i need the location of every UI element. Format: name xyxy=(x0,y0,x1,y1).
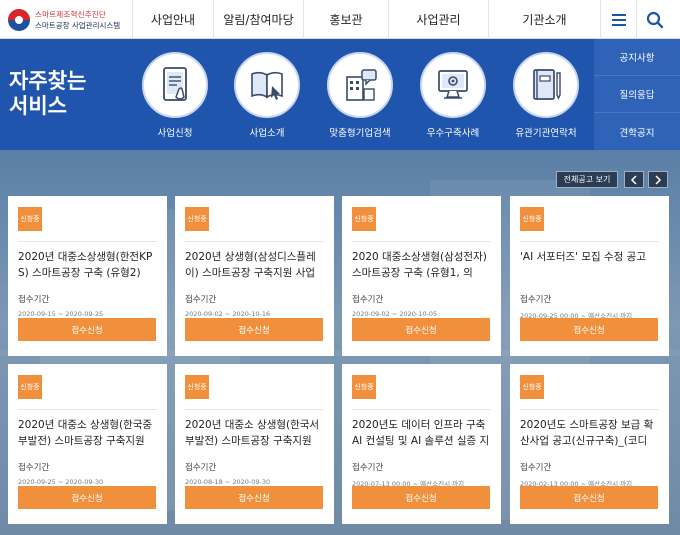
period-label: 접수기간 xyxy=(18,295,50,305)
service-best-cases[interactable]: 우수구축사례 xyxy=(413,52,493,139)
status-badge: 신청중 xyxy=(185,207,209,231)
period-label: 접수기간 xyxy=(520,295,552,305)
period-dates: 2020-08-18 ~ 2020-09-30 xyxy=(185,478,271,486)
service-apply[interactable]: 사업신청 xyxy=(135,52,215,139)
logo-line1: 스마트제조혁신추진단 xyxy=(35,9,106,19)
apply-button[interactable]: 접수신청 xyxy=(520,486,658,509)
quick-link-qna[interactable]: 질의응답 xyxy=(594,76,680,113)
chevron-left-icon xyxy=(630,174,637,185)
service-company-search[interactable]: 맞춤형기업검색 xyxy=(320,52,400,139)
service-intro[interactable]: 사업소개 xyxy=(227,52,307,139)
apply-button[interactable]: 접수신청 xyxy=(352,318,490,341)
notice-card[interactable]: 신청중 2020년 대중소 상생형(한국중부발전) 스마트공장 구축지원 … 접… xyxy=(8,364,167,524)
notice-title[interactable]: 2020년 대중소 상생형(한국중부발전) 스마트공장 구축지원 … xyxy=(18,409,157,449)
period-label: 접수기간 xyxy=(520,463,552,473)
nav-item-pr-hall[interactable]: 홍보관 xyxy=(303,0,388,39)
notice-title[interactable]: 2020년도 스마트공장 보급 확산사업 공고(신규구축)_(코디네… xyxy=(520,409,659,449)
book-cursor-icon xyxy=(251,71,283,100)
next-page-button[interactable] xyxy=(648,171,668,188)
notice-card[interactable]: 신청중 2020년도 데이터 인프라 구축AI 컨설팅 및 AI 솔루션 실증 … xyxy=(342,364,501,524)
status-badge: 신청중 xyxy=(520,207,544,231)
period-label: 접수기간 xyxy=(185,463,217,473)
notice-card[interactable]: 신청중 2020 대중소상생형(삼성전자) 스마트공장 구축 (유형1, 의향…… xyxy=(342,196,501,356)
apply-button[interactable]: 접수신청 xyxy=(352,486,490,509)
status-badge: 신청중 xyxy=(352,375,376,399)
status-badge: 신청중 xyxy=(18,375,42,399)
period-dates: 2020-09-25 ~ 2020-09-30 xyxy=(18,478,104,486)
nav-item-business-guide[interactable]: 사업안내 xyxy=(132,0,213,39)
quick-link-notices[interactable]: 공지사항 xyxy=(594,39,680,76)
notice-section: 전체공고 보기 신청중 2020년 대중소상생형(한전KPS) 스마트공장 구축… xyxy=(0,150,680,535)
contact-book-icon xyxy=(533,69,561,100)
notice-title[interactable]: 2020 대중소상생형(삼성전자) 스마트공장 구축 (유형1, 의향… xyxy=(352,241,491,281)
notice-card[interactable]: 신청중 'AI 서포터즈' 모집 수정 공고 접수기간 2020-09-25 0… xyxy=(510,196,669,356)
service-contacts[interactable]: 유관기관연락처 xyxy=(506,52,586,139)
period-dates: 2020-09-15 ~ 2020-09-25 xyxy=(18,310,104,318)
site-logo[interactable]: 스마트제조혁신추진단 스마트공장 사업관리시스템 xyxy=(0,0,132,39)
services-title: 자주찾는 서비스 xyxy=(9,69,87,118)
government-emblem-icon xyxy=(8,8,30,31)
building-chat-icon xyxy=(346,69,377,101)
notice-title[interactable]: 2020년 대중소 상생형(한국서부발전) 스마트공장 구축지원 … xyxy=(185,409,324,449)
period-label: 접수기간 xyxy=(352,463,384,473)
chevron-right-icon xyxy=(655,174,662,185)
apply-button[interactable]: 접수신청 xyxy=(18,486,156,509)
quick-link-tours[interactable]: 견학공지 xyxy=(594,113,680,150)
notice-title[interactable]: 2020년 대중소상생형(한전KPS) 스마트공장 구축 (유형2) xyxy=(18,241,157,281)
tablet-apply-icon xyxy=(163,67,187,101)
monitor-gear-icon xyxy=(438,70,468,99)
frequent-services-band: 자주찾는 서비스 사업신청 사업소개 맞춤형기업검색 우수구축사례 유관기관연락… xyxy=(0,39,680,150)
service-label: 유관기관연락처 xyxy=(515,128,577,139)
apply-button[interactable]: 접수신청 xyxy=(185,486,323,509)
period-label: 접수기간 xyxy=(185,295,217,305)
logo-line2: 스마트공장 사업관리시스템 xyxy=(35,20,121,30)
apply-button[interactable]: 접수신청 xyxy=(520,318,658,341)
period-dates: 2020-09-02 ~ 2020-10-05 xyxy=(352,310,438,318)
notice-card[interactable]: 신청중 2020년 상생형(삼성디스플레이) 스마트공장 구축지원 사업 접수기… xyxy=(175,196,334,356)
search-icon xyxy=(646,11,664,28)
nav-item-business-management[interactable]: 사업관리 xyxy=(388,0,488,39)
nav-item-notice-participation[interactable]: 알림/참여마당 xyxy=(213,0,303,39)
top-header: 스마트제조혁신추진단 스마트공장 사업관리시스템 사업안내 알림/참여마당 홍보… xyxy=(0,0,680,39)
apply-button[interactable]: 접수신청 xyxy=(185,318,323,341)
view-all-notices-button[interactable]: 전체공고 보기 xyxy=(556,171,618,188)
status-badge: 신청중 xyxy=(185,375,209,399)
notice-card[interactable]: 신청중 2020년 대중소 상생형(한국서부발전) 스마트공장 구축지원 … 접… xyxy=(175,364,334,524)
hamburger-icon xyxy=(611,13,626,26)
service-label: 맞춤형기업검색 xyxy=(329,128,391,139)
search-button[interactable] xyxy=(636,0,673,39)
status-badge: 신청중 xyxy=(352,207,376,231)
apply-button[interactable]: 접수신청 xyxy=(18,318,156,341)
notice-title[interactable]: 2020년 상생형(삼성디스플레이) 스마트공장 구축지원 사업 xyxy=(185,241,324,281)
period-dates: 2020-09-02 ~ 2020-10-16 xyxy=(185,310,271,318)
status-badge: 신청중 xyxy=(520,375,544,399)
service-label: 사업신청 xyxy=(157,128,193,139)
service-label: 사업소개 xyxy=(249,128,285,139)
quick-links-menu: 공지사항 질의응답 견학공지 xyxy=(594,39,680,150)
period-label: 접수기간 xyxy=(352,295,384,305)
menu-button[interactable] xyxy=(600,0,636,39)
main-nav: 사업안내 알림/참여마당 홍보관 사업관리 기관소개 xyxy=(132,0,600,39)
nav-item-about[interactable]: 기관소개 xyxy=(488,0,600,39)
notice-title[interactable]: 'AI 서포터즈' 모집 수정 공고 xyxy=(520,241,659,281)
period-label: 접수기간 xyxy=(18,463,50,473)
prev-page-button[interactable] xyxy=(624,171,644,188)
status-badge: 신청중 xyxy=(18,207,42,231)
notice-card[interactable]: 신청중 2020년 대중소상생형(한전KPS) 스마트공장 구축 (유형2) 접… xyxy=(8,196,167,356)
service-label: 우수구축사례 xyxy=(426,128,480,139)
notice-title[interactable]: 2020년도 데이터 인프라 구축AI 컨설팅 및 AI 솔루션 실증 지원… xyxy=(352,409,491,449)
notice-card[interactable]: 신청중 2020년도 스마트공장 보급 확산사업 공고(신규구축)_(코디네… … xyxy=(510,364,669,524)
